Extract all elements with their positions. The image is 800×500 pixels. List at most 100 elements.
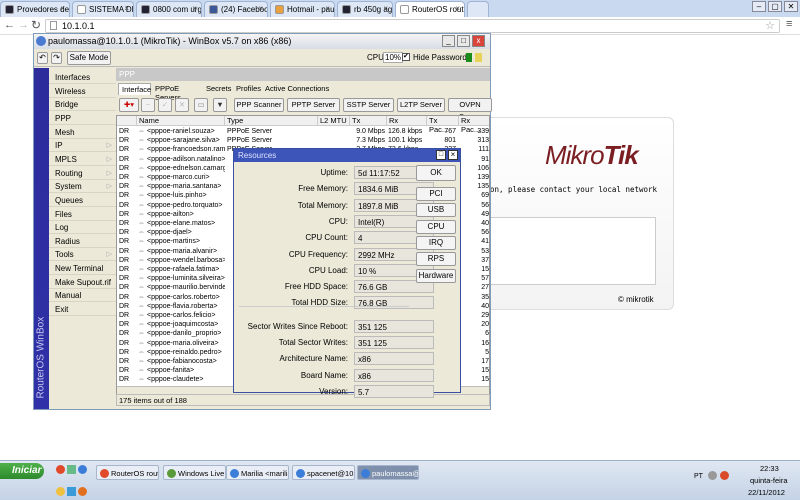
column-header[interactable]: Rx Pac... (459, 116, 489, 134)
tab-pppoe-servers[interactable]: PPPoE Servers (152, 83, 202, 102)
new-tab-button[interactable] (467, 1, 489, 17)
browser-tab[interactable]: RouterOS router conf× (395, 1, 465, 17)
bookmark-star-icon[interactable]: ☆ (765, 19, 775, 32)
browser-tab[interactable]: Hotmail - paulo_mass× (270, 1, 335, 17)
clock-time[interactable]: 22:33 (760, 464, 779, 473)
taskbar-item[interactable]: Marilia <mariliacitelli@... (226, 465, 289, 480)
column-header[interactable]: Rx (387, 116, 427, 126)
table-row[interactable]: DR ⇔ <pppoe-raniel.souza> PPPoE Server 9.0 M… (117, 127, 489, 136)
column-header[interactable]: Tx Pac... (427, 116, 459, 134)
column-header[interactable]: Tx (350, 116, 387, 126)
ppp-scanner-button[interactable]: PPP Scanner (234, 98, 284, 112)
sidebar-item-mpls[interactable]: MPLS ▷ (49, 153, 116, 166)
browser-tab[interactable]: 0800 com urgencia× (136, 1, 202, 17)
close-icon[interactable]: × (448, 150, 458, 160)
filter-icon[interactable]: ▼ (213, 98, 227, 112)
safe-mode-button[interactable]: Safe Mode (67, 51, 111, 65)
tab-active-connections[interactable]: Active Connections (262, 83, 358, 95)
menu-icon[interactable]: ≡ (786, 18, 792, 30)
sidebar-item-wireless[interactable]: Wireless (49, 85, 116, 98)
close-icon[interactable]: x (472, 35, 485, 47)
sidebar-item-interfaces[interactable]: Interfaces (49, 71, 116, 84)
sidebar-item-bridge[interactable]: Bridge (49, 98, 116, 112)
firefox-quicklaunch-icon[interactable] (78, 487, 87, 496)
remove-icon[interactable]: − (141, 98, 155, 112)
tab-close-icon[interactable]: × (60, 4, 65, 13)
sidebar-item-ppp[interactable]: PPP (49, 112, 116, 125)
column-header-flags[interactable] (117, 116, 137, 126)
sidebar-item-ip[interactable]: IP ▷ (49, 139, 116, 153)
maximize-icon[interactable]: ▢ (768, 1, 782, 12)
usb-button[interactable]: USB (416, 203, 456, 218)
chrome-quicklaunch-icon[interactable] (56, 465, 65, 474)
back-icon[interactable]: ← (4, 19, 15, 31)
add-icon[interactable]: ✚▾ (119, 98, 139, 112)
tab-close-icon[interactable]: × (124, 4, 129, 13)
table-row[interactable]: DR ⇔ <pppoe-sarajane.silva> PPPoE Server 7.3… (117, 136, 489, 145)
column-header[interactable]: Name (137, 116, 225, 126)
column-header[interactable]: Type (225, 116, 318, 126)
enable-icon[interactable]: ✓ (158, 98, 172, 112)
browser-tab[interactable]: SISTEMA DE GERENC× (72, 1, 134, 17)
redo-icon[interactable]: ↷ (51, 52, 62, 64)
taskbar-item[interactable]: paulomassa@10.1.0.... (357, 465, 419, 480)
irq-button[interactable]: IRQ (416, 235, 456, 250)
maximize-icon[interactable]: □ (457, 35, 470, 47)
hardware-button[interactable]: Hardware (416, 268, 456, 283)
browser-tab[interactable]: rb 450g aguenta o tr× (337, 1, 393, 17)
disable-icon[interactable]: ✕ (175, 98, 189, 112)
language-indicator[interactable]: PT (694, 473, 703, 480)
winbox-title-bar[interactable]: paulomassa@10.1.0.1 (MikroTik) - WinBox … (34, 34, 490, 49)
sidebar-item-tools[interactable]: Tools ▷ (49, 248, 116, 262)
tab-interface[interactable]: Interface (118, 83, 151, 95)
tab-close-icon[interactable]: × (258, 4, 263, 13)
taskbar-item[interactable]: spacenet@10.10.10.... (292, 465, 355, 480)
tray-expand-icon[interactable] (708, 471, 717, 480)
browser-tab[interactable]: (24) Facebook × (204, 1, 268, 17)
sidebar-item-radius[interactable]: Radius (49, 235, 116, 248)
tab-close-icon[interactable]: × (455, 4, 460, 13)
hide-passwords-checkbox[interactable]: ✔ (402, 53, 410, 61)
undo-icon[interactable]: ↶ (37, 52, 48, 64)
start-button[interactable]: Iniciar (0, 463, 44, 479)
forward-icon[interactable]: → (18, 19, 29, 31)
tab-close-icon[interactable]: × (325, 4, 330, 13)
ovpn-server-button[interactable]: OVPN Server (448, 98, 492, 121)
ok-button[interactable]: OK (416, 165, 456, 181)
messenger-quicklaunch-icon[interactable] (56, 487, 65, 496)
column-header[interactable]: L2 MTU (318, 116, 350, 126)
sidebar-item-exit[interactable]: Exit (49, 303, 116, 317)
resources-title-bar[interactable]: Resources □ × (234, 149, 460, 162)
tab-close-icon[interactable]: × (192, 4, 197, 13)
sidebar-item-new-terminal[interactable]: New Terminal (49, 262, 116, 276)
taskbar-item[interactable]: Windows Live Messen... (163, 465, 226, 480)
winbox-quicklaunch-icon[interactable] (78, 465, 87, 474)
sidebar-item-routing[interactable]: Routing ▷ (49, 167, 116, 180)
tab-secrets[interactable]: Secrets (203, 83, 232, 95)
address-bar[interactable]: 10.1.0.1 ☆ (45, 19, 780, 33)
minimize-icon[interactable]: _ (442, 35, 455, 47)
browser-tab[interactable]: Provedores de Intern× (0, 1, 70, 17)
l2tp-server-button[interactable]: L2TP Server (397, 98, 445, 112)
cpu-button[interactable]: CPU (416, 219, 456, 234)
sidebar-item-log[interactable]: Log (49, 221, 116, 235)
minimize-icon[interactable]: – (752, 1, 766, 12)
sstp-server-button[interactable]: SSTP Server (343, 98, 394, 112)
close-icon[interactable]: ✕ (784, 1, 798, 12)
maximize-icon[interactable]: □ (436, 150, 446, 160)
comment-icon[interactable]: ▭ (194, 98, 208, 112)
sidebar-item-make-supout-rif[interactable]: Make Supout.rif (49, 276, 116, 289)
tab-close-icon[interactable]: × (383, 4, 388, 13)
reload-icon[interactable]: ↻ (31, 18, 41, 32)
sidebar-item-files[interactable]: Files (49, 208, 116, 221)
taskbar-item[interactable]: RouterOS router conf... (96, 465, 159, 480)
ie-quicklaunch-icon[interactable] (67, 487, 76, 496)
sidebar-item-manual[interactable]: Manual (49, 289, 116, 303)
pptp-server-button[interactable]: PPTP Server (287, 98, 340, 112)
network-quicklaunch-icon[interactable] (67, 465, 76, 474)
sidebar-item-queues[interactable]: Queues (49, 194, 116, 207)
address-text[interactable]: 10.1.0.1 (62, 21, 95, 31)
sidebar-item-mesh[interactable]: Mesh (49, 126, 116, 139)
tray-app-icon[interactable] (720, 471, 729, 480)
tab-profiles[interactable]: Profiles (233, 83, 261, 95)
